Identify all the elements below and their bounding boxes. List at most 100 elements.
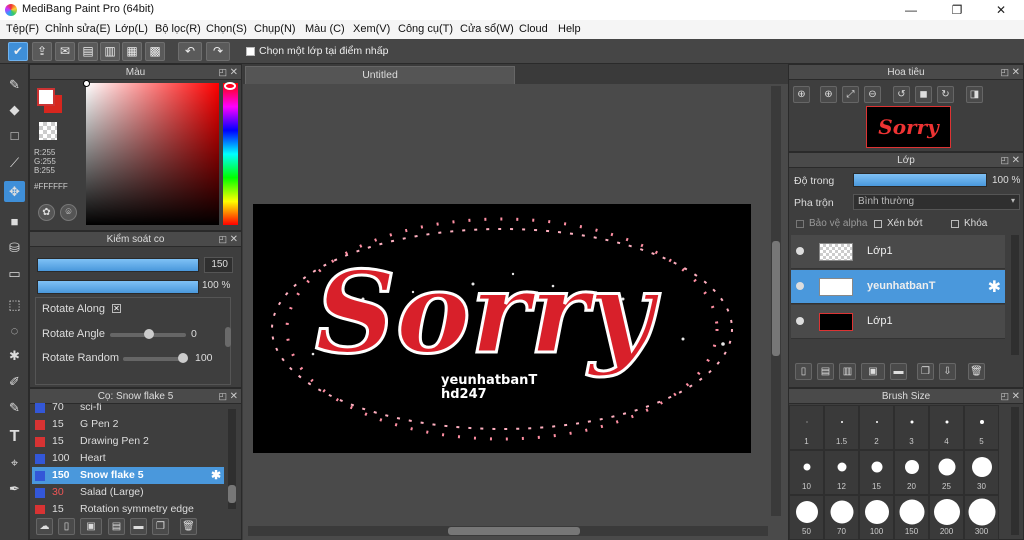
layer-folder-icon[interactable]: ▬: [890, 363, 907, 380]
protect-alpha-checkbox[interactable]: [796, 220, 804, 228]
close-icon[interactable]: ✕: [230, 65, 238, 80]
add-brush-icon[interactable]: ▣: [80, 518, 102, 535]
brush-size-preset[interactable]: 50: [789, 495, 824, 540]
detach-icon[interactable]: ◰: [218, 389, 227, 404]
brush-size-preset[interactable]: 4: [929, 405, 964, 450]
close-icon[interactable]: ✕: [1012, 389, 1020, 404]
list-item[interactable]: 70 sci-fi: [32, 403, 224, 416]
magic-wand-tool-icon[interactable]: ✱: [4, 345, 25, 366]
chat-icon[interactable]: ▤: [78, 42, 98, 61]
check-icon[interactable]: ✔: [8, 42, 28, 61]
eyedropper-tool-icon[interactable]: ✒: [4, 478, 25, 499]
palette-icon[interactable]: ✿: [38, 204, 55, 221]
layers-icon[interactable]: ▦: [122, 42, 142, 61]
blend-mode-select[interactable]: Bình thường ▾: [853, 194, 1020, 210]
add-layer-menu-icon[interactable]: ▣: [861, 363, 885, 380]
move-tool-icon[interactable]: ✥: [4, 181, 25, 202]
menu-cloud[interactable]: Cloud: [519, 23, 548, 35]
comment-icon[interactable]: ✉: [55, 42, 75, 61]
color-picker-cursor[interactable]: [83, 80, 90, 87]
brush-size-preset[interactable]: 10: [789, 450, 824, 495]
delete-brush-icon[interactable]: 🗑: [180, 518, 197, 535]
hue-slider[interactable]: [223, 82, 238, 225]
zoom-in-icon[interactable]: ⊕: [820, 86, 837, 103]
rotate-right-icon[interactable]: ↻: [937, 86, 954, 103]
vertical-scroll-thumb[interactable]: [772, 241, 780, 356]
rotate-along-checkbox[interactable]: ✕: [112, 304, 121, 313]
line-tool-icon[interactable]: ⟋: [4, 152, 25, 173]
merge-layer-icon[interactable]: ⇩: [939, 363, 956, 380]
brush-size-preset[interactable]: 2: [859, 405, 894, 450]
grid-icon[interactable]: ▩: [145, 42, 165, 61]
gear-icon[interactable]: ✱: [211, 468, 221, 482]
close-icon[interactable]: ✕: [1012, 65, 1020, 80]
operation-tool-icon[interactable]: ⌖: [4, 452, 25, 473]
menu-tools[interactable]: Công cụ(T): [398, 23, 453, 35]
list-item[interactable]: 15 G Pen 2: [32, 416, 224, 433]
close-button[interactable]: ✕: [978, 0, 1024, 20]
select-tool-icon[interactable]: ⬚: [4, 294, 25, 315]
brush-opacity-slider[interactable]: [37, 280, 199, 294]
layer-row-selected[interactable]: yeunhatbanT ✱: [791, 270, 1005, 304]
brush-size-preset[interactable]: 1: [789, 405, 824, 450]
page-icon[interactable]: ▥: [100, 42, 120, 61]
vertical-scrollbar[interactable]: [771, 86, 781, 516]
primary-color-swatch[interactable]: [37, 88, 55, 106]
brush-size-preset[interactable]: 15: [859, 450, 894, 495]
brush-list-scroll-thumb[interactable]: [228, 485, 236, 503]
visibility-icon[interactable]: [796, 247, 804, 255]
menu-help[interactable]: Help: [558, 23, 581, 35]
rotate-angle-handle[interactable]: [144, 329, 154, 339]
rotate-random-track[interactable]: [123, 353, 188, 363]
new-8bit-layer-icon[interactable]: ▥: [839, 363, 856, 380]
lasso-tool-icon[interactable]: ◌: [4, 320, 25, 341]
new-halftone-layer-icon[interactable]: ▤: [817, 363, 834, 380]
brush-folder-icon[interactable]: ▬: [130, 518, 147, 535]
rotate-random-handle[interactable]: [178, 353, 188, 363]
detach-icon[interactable]: ◰: [218, 65, 227, 80]
list-item[interactable]: 15 Rotation symmetry edge: [32, 501, 224, 514]
menu-file[interactable]: Tệp(F): [6, 23, 39, 35]
select-pen-tool-icon[interactable]: ✐: [4, 371, 25, 392]
duplicate-brush-icon[interactable]: ❐: [152, 518, 169, 535]
brush-size-slider[interactable]: [37, 258, 199, 272]
menu-window[interactable]: Cửa sổ(W): [460, 23, 514, 35]
brush-size-preset[interactable]: 5: [964, 405, 999, 450]
transparent-color-swatch[interactable]: [39, 122, 57, 140]
upload-icon[interactable]: ⇪: [32, 42, 52, 61]
visibility-icon[interactable]: [796, 317, 804, 325]
visibility-icon[interactable]: [796, 282, 804, 290]
zoom-in-icon[interactable]: ⊕: [793, 86, 810, 103]
drawing-canvas[interactable]: Sorry yeunhatbanT hd247: [253, 204, 751, 453]
menu-filter[interactable]: Bộ lọc(R): [155, 23, 201, 35]
close-icon[interactable]: ✕: [1012, 153, 1020, 168]
select-eraser-tool-icon[interactable]: ✎: [4, 397, 25, 418]
brush-size-preset[interactable]: 20: [894, 450, 929, 495]
navigator-thumbnail[interactable]: Sorry: [866, 106, 951, 148]
layer-row[interactable]: Lớp1: [791, 235, 1005, 269]
brush-size-value[interactable]: 150: [204, 257, 233, 273]
gradient-tool-icon[interactable]: ▭: [4, 263, 25, 284]
redo-icon[interactable]: ↷: [206, 42, 230, 61]
clipping-checkbox[interactable]: [874, 220, 882, 228]
rotate-angle-track[interactable]: [110, 329, 186, 339]
flip-icon[interactable]: ◨: [966, 86, 983, 103]
minimize-button[interactable]: —: [888, 0, 934, 20]
text-tool-icon[interactable]: T: [4, 426, 25, 447]
menu-select[interactable]: Chọn(S): [206, 23, 247, 35]
horizontal-scrollbar[interactable]: [248, 526, 768, 536]
menu-edit[interactable]: Chỉnh sửa(E): [45, 23, 110, 35]
detach-icon[interactable]: ◰: [1000, 153, 1009, 168]
brush-size-preset[interactable]: 12: [824, 450, 859, 495]
eyedropper-icon[interactable]: ⌾: [60, 204, 77, 221]
horizontal-scroll-thumb[interactable]: [448, 527, 580, 535]
brush-size-preset[interactable]: 3: [894, 405, 929, 450]
brush-size-preset[interactable]: 150: [894, 495, 929, 540]
new-brush-icon[interactable]: ▯: [58, 518, 75, 535]
list-item[interactable]: 30 Salad (Large): [32, 484, 224, 501]
zoom-out-icon[interactable]: ⊖: [864, 86, 881, 103]
undo-icon[interactable]: ↶: [178, 42, 202, 61]
options-scrollbar[interactable]: [225, 327, 231, 347]
brush-size-preset[interactable]: 70: [824, 495, 859, 540]
list-item[interactable]: 100 Heart: [32, 450, 224, 467]
